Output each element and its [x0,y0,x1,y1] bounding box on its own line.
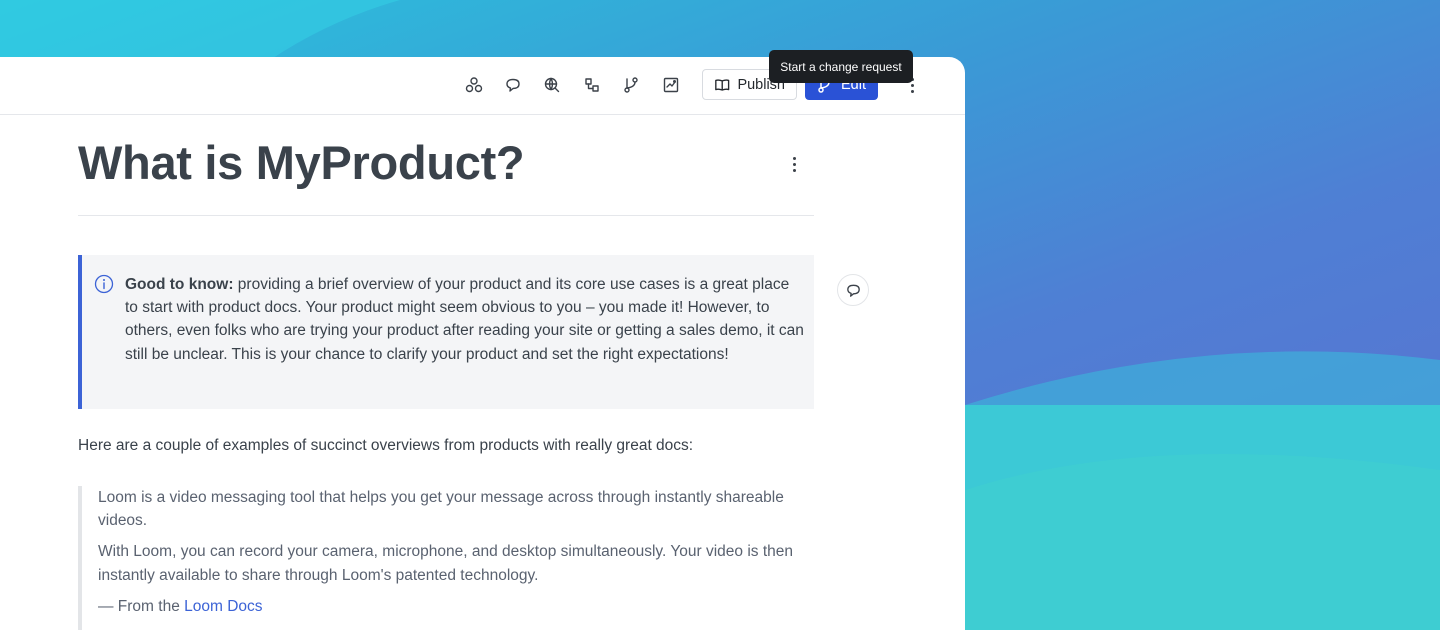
page-title[interactable]: What is MyProduct? [78,135,525,190]
comment-icon[interactable] [501,73,525,97]
comment-icon [846,284,860,297]
hint-text: Good to know: providing a brief overview… [125,273,805,366]
structure-icon[interactable] [580,73,604,97]
book-open-icon [715,78,730,91]
hint-block[interactable]: Good to know: providing a brief overview… [78,255,814,409]
editor-window: Publish Edit What is MyProduct? Good to … [0,57,965,630]
hint-lead: Good to know: [125,276,234,293]
bicycle-icon[interactable] [462,73,486,97]
edit-tooltip: Start a change request [769,50,913,83]
block-options-icon[interactable] [786,152,802,176]
quote-source-prefix: — From the [98,597,180,615]
quote-source: — From the Loom Docs [98,595,814,618]
add-comment-button[interactable] [837,274,869,306]
blockquote[interactable]: Loom is a video messaging tool that help… [78,486,814,630]
loom-docs-link[interactable]: Loom Docs [184,598,262,615]
branch-icon[interactable] [619,73,643,97]
quote-paragraph: With Loom, you can record your camera, m… [98,543,794,584]
info-icon [94,274,114,294]
title-divider [78,215,814,216]
globe-search-icon[interactable] [540,73,564,97]
insights-icon[interactable] [659,73,683,97]
intro-paragraph[interactable]: Here are a couple of examples of succinc… [78,437,693,455]
quote-paragraph: Loom is a video messaging tool that help… [98,489,784,530]
